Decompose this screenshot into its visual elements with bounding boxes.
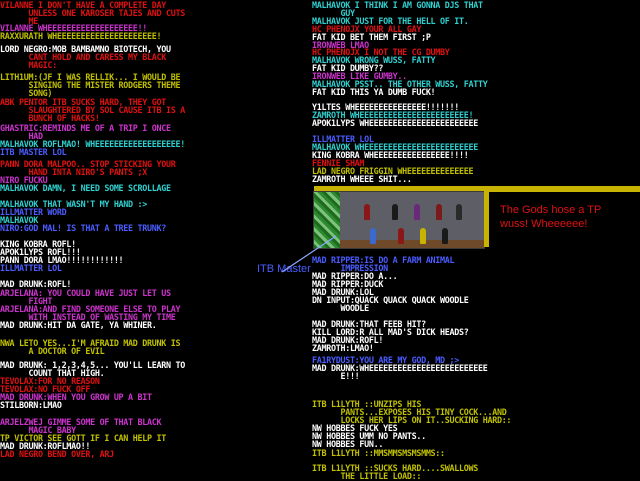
chat-line: ZAMROTH WHEEE SHIT...	[312, 174, 412, 184]
chat-line: MAGIC:	[0, 60, 57, 70]
character-sprite	[392, 204, 398, 220]
game-frame-side-bar	[484, 191, 489, 247]
chat-line: MALHAVOK DAMN, I NEED SOME SCROLLAGE	[0, 183, 171, 193]
chat-line: ITB MASTER LOL	[0, 147, 67, 157]
character-sprite	[420, 228, 426, 244]
chat-line: ILLMATTER LOL	[0, 263, 62, 273]
chat-line: LAD NEGRO BEND OVER, ARJ	[0, 449, 114, 459]
chat-line: ITB L1LYTH ::MMSMMSMSMSMMS::	[312, 448, 445, 458]
character-sprite	[456, 204, 462, 220]
chat-line: APOK1LYPS WHEEEEEEEEEEEEEEEEEEEEEEE	[312, 118, 478, 128]
character-sprite	[442, 228, 448, 244]
chat-line: ZAMROTH:LMAO!	[312, 343, 374, 353]
character-sprite	[370, 228, 376, 244]
character-sprite	[414, 204, 420, 220]
chat-line: NIRO:GOD MAL! IS THAT A TREE TRUNK?	[0, 223, 166, 233]
chat-line: WOODLE	[312, 303, 369, 313]
character-sprite	[364, 204, 370, 220]
chat-line: E!!!	[312, 371, 360, 381]
chat-line: RAXXURATH WHEEEEEEEEEEEEEEEEEEEEE!	[0, 31, 162, 41]
game-screenshot	[313, 191, 485, 249]
chat-line: MAD DRUNK:HIT DA GATE, YA WHINER.	[0, 320, 157, 330]
itb-master-label: ITB Master	[257, 263, 311, 275]
chat-line: BUNCH OF HACKS!	[0, 113, 100, 123]
chat-line: FAT KID THIS YA DUMB FUCK!	[312, 87, 436, 97]
character-sprite	[398, 228, 404, 244]
chat-line: STILBORN:LMAO	[0, 400, 62, 410]
red-annotation: The Gods hose a TP wuss! Wheeeeee!	[500, 204, 602, 230]
floor	[340, 240, 484, 248]
chat-line: A DOCTOR OF EVIL	[0, 346, 105, 356]
character-sprite	[436, 204, 442, 220]
foliage-border	[314, 192, 340, 248]
